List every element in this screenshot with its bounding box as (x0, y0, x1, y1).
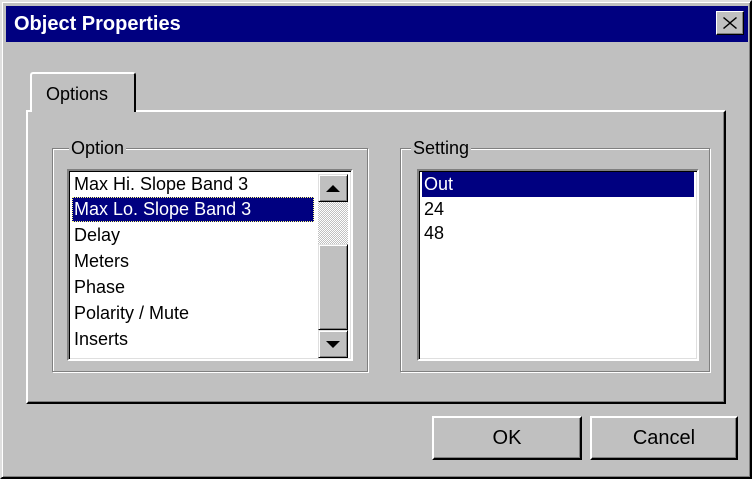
tab-join (32, 108, 134, 112)
options-tab-panel: Option Max Hi. Slope Band 3 Max Lo. Slop… (26, 110, 726, 404)
close-x-icon (723, 17, 737, 29)
arrow-up-icon (326, 184, 340, 192)
setting-item[interactable]: 48 (422, 221, 694, 246)
scroll-up-button[interactable] (318, 174, 348, 202)
tab-options[interactable]: Options (30, 72, 136, 112)
option-item[interactable]: Delay (72, 223, 314, 248)
title-bar[interactable]: Object Properties (6, 6, 748, 42)
option-item[interactable]: Inserts (72, 327, 314, 352)
cancel-button[interactable]: Cancel (590, 416, 738, 460)
setting-item-selected[interactable]: Out (422, 172, 694, 197)
option-item[interactable]: Phase (72, 275, 314, 300)
setting-groupbox: Setting Out 24 48 (400, 137, 710, 372)
option-scrollbar[interactable] (318, 174, 348, 358)
option-item-selected[interactable]: Max Lo. Slope Band 3 (72, 197, 314, 222)
option-group-label: Option (69, 137, 127, 159)
arrow-down-icon (326, 340, 340, 348)
setting-group-label: Setting (411, 137, 472, 159)
scroll-thumb[interactable] (318, 244, 348, 330)
option-item[interactable]: Polarity / Mute (72, 301, 314, 326)
setting-item[interactable]: 24 (422, 197, 694, 222)
option-listbox[interactable]: Max Hi. Slope Band 3 Max Lo. Slope Band … (67, 169, 353, 361)
setting-listbox[interactable]: Out 24 48 (417, 169, 699, 361)
option-groupbox: Option Max Hi. Slope Band 3 Max Lo. Slop… (52, 137, 368, 372)
ok-button[interactable]: OK (432, 416, 582, 460)
dialog-window: Object Properties Options Option Max Hi.… (0, 0, 752, 479)
scroll-down-button[interactable] (318, 330, 348, 358)
window-title: Object Properties (14, 13, 181, 35)
option-item[interactable]: Max Hi. Slope Band 3 (72, 172, 314, 197)
option-item[interactable]: Meters (72, 249, 314, 274)
close-button[interactable] (716, 11, 744, 35)
tab-options-label: Options (46, 84, 109, 104)
